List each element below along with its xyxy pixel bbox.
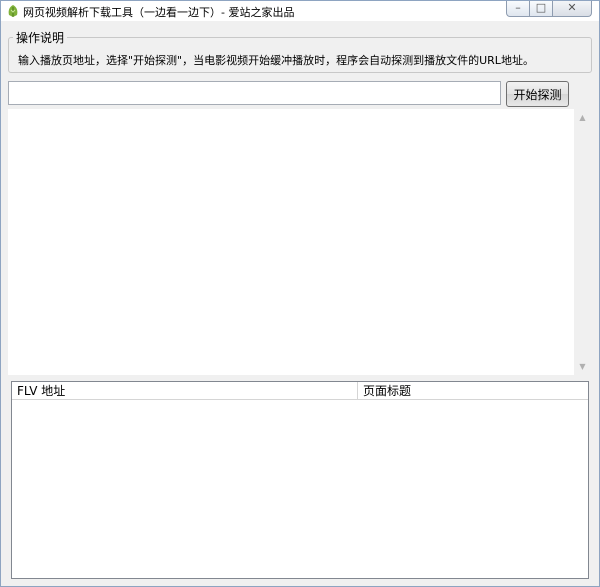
browser-vertical-scrollbar[interactable]: ▲ ▼ [574,109,591,375]
scroll-down-icon[interactable]: ▼ [574,358,591,375]
leaf-app-icon [8,5,18,17]
results-list-header: FLV 地址 页面标题 [12,382,588,400]
maximize-button[interactable]: □ [529,1,553,17]
maximize-icon: □ [535,1,547,14]
browser-preview-pane[interactable] [8,109,574,375]
app-window: 网页视频解析下载工具（一边看一边下）- 爱站之家出品 – □ ✕ 操作说明 输入… [0,0,600,587]
close-icon: ✕ [567,1,577,14]
title-bar[interactable]: 网页视频解析下载工具（一边看一边下）- 爱站之家出品 – □ ✕ [1,1,599,21]
instructions-group-label: 操作说明 [13,29,68,46]
close-button[interactable]: ✕ [552,1,592,17]
minimize-icon: – [515,1,521,14]
column-header-flv-url[interactable]: FLV 地址 [12,382,358,399]
column-header-page-title[interactable]: 页面标题 [358,382,588,399]
scroll-up-icon[interactable]: ▲ [574,109,591,126]
start-detect-button[interactable]: 开始探测 [506,81,569,107]
instructions-text: 输入播放页地址，选择"开始探测"，当电影视频开始缓冲播放时，程序会自动探测到播放… [18,54,534,67]
minimize-button[interactable]: – [506,1,530,17]
window-title: 网页视频解析下载工具（一边看一边下）- 爱站之家出品 [23,6,295,19]
url-input[interactable] [8,81,501,105]
results-list-view[interactable]: FLV 地址 页面标题 [11,381,589,579]
